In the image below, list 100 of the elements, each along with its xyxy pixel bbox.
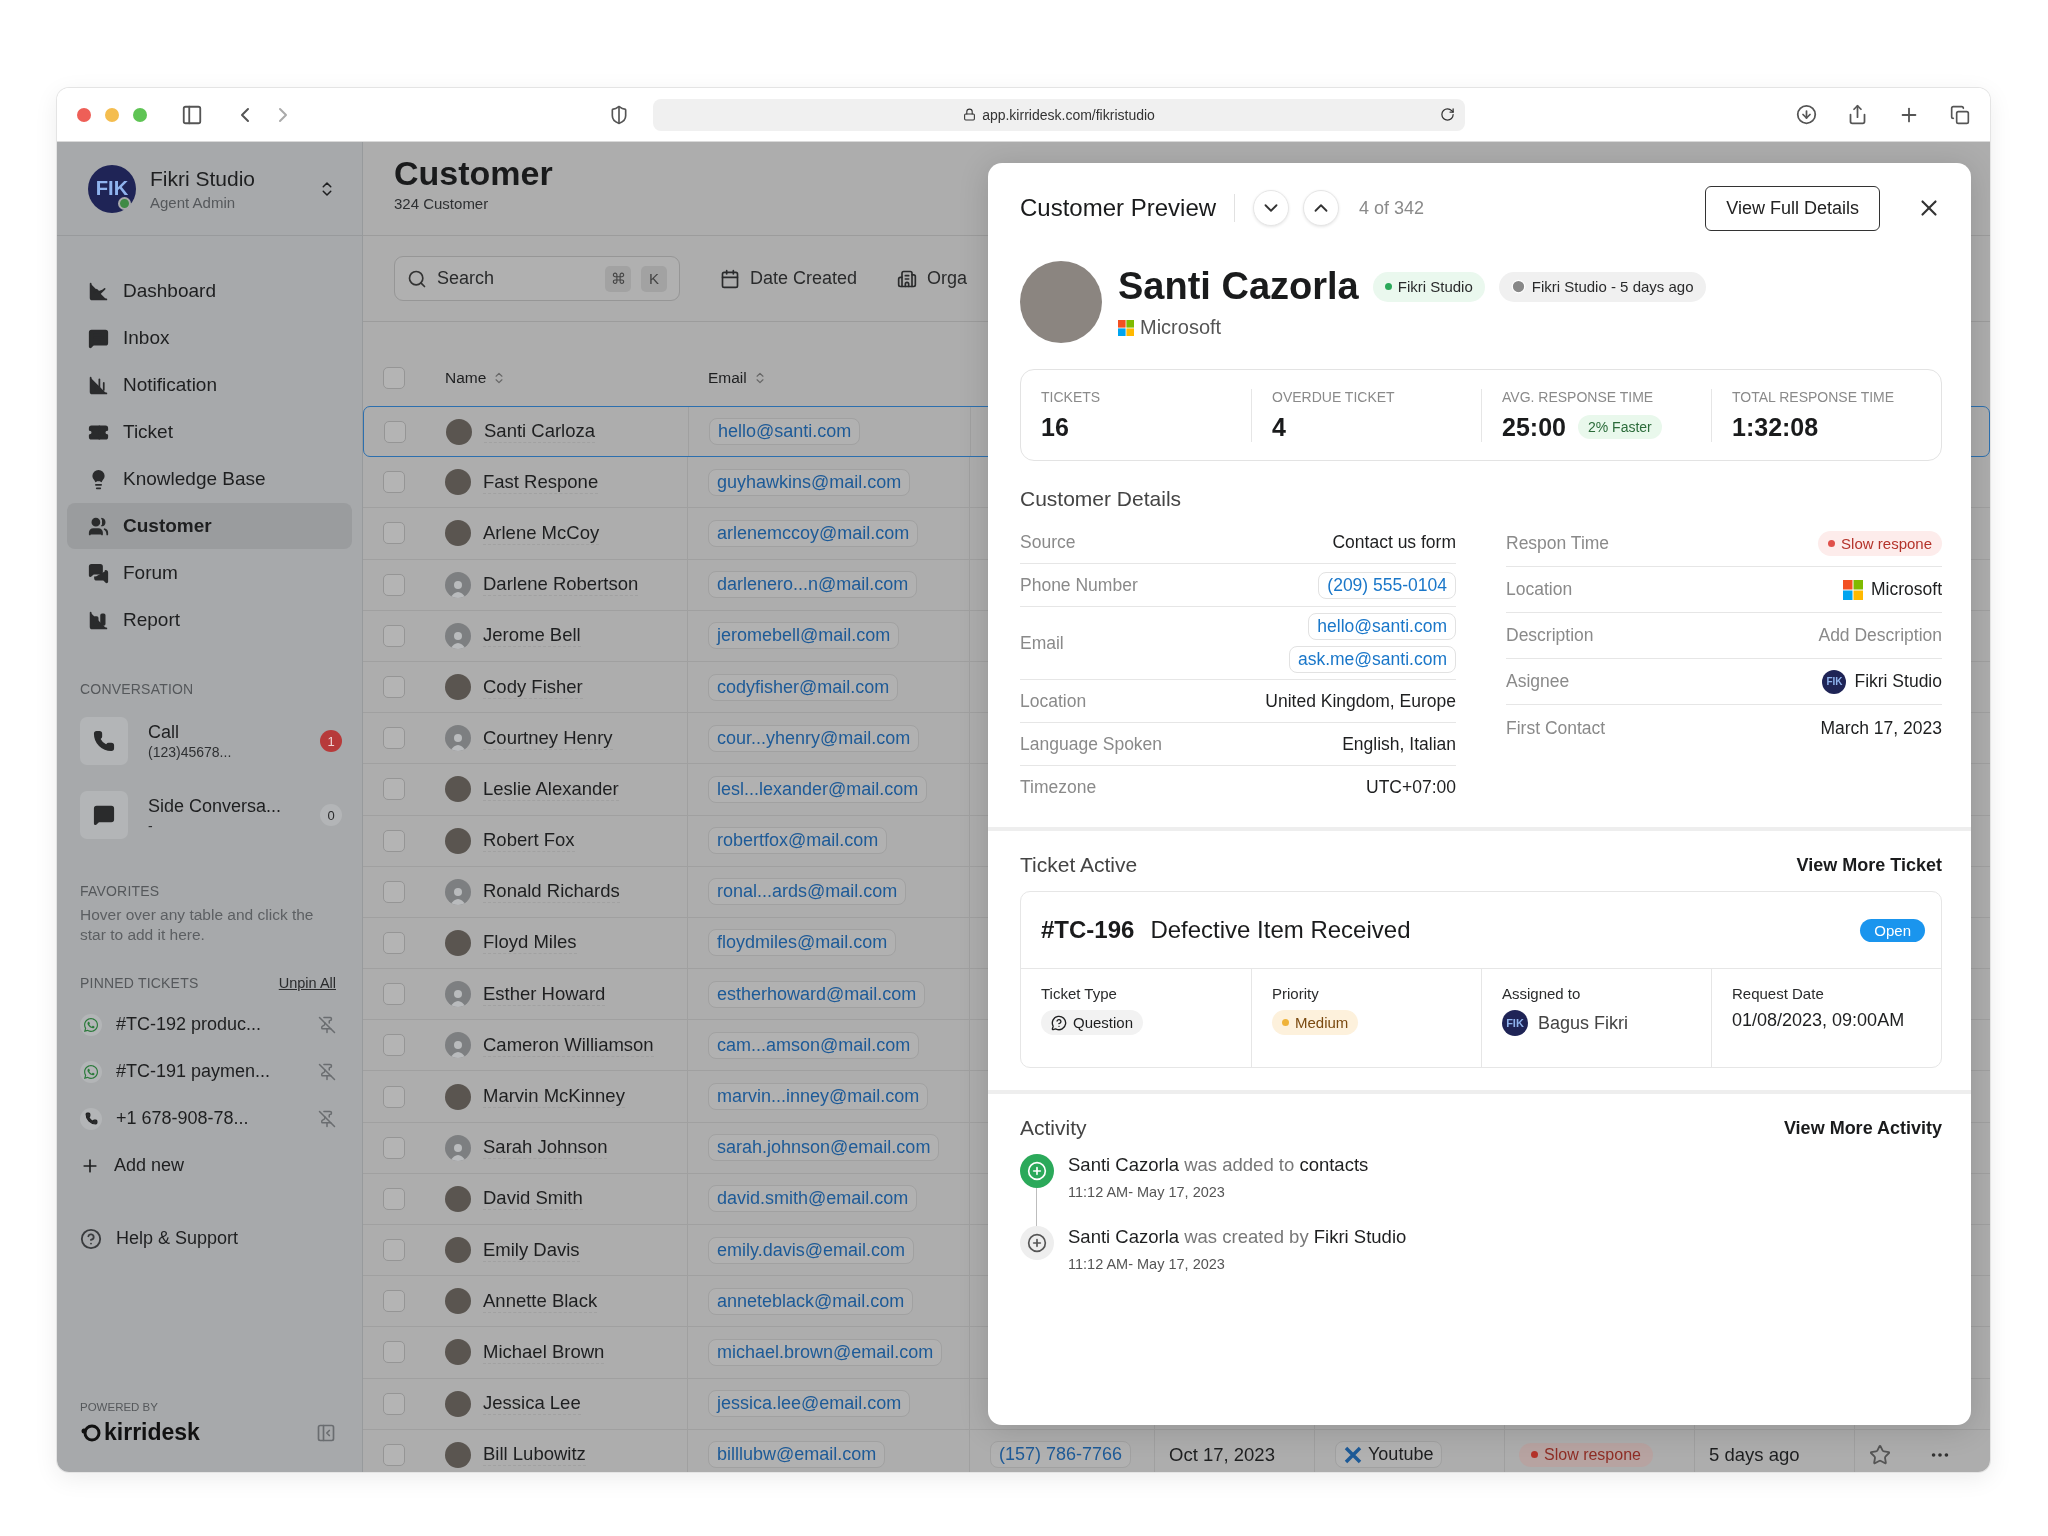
email-link[interactable]: lesl...lexander@mail.com: [708, 775, 928, 803]
email-link[interactable]: estherhoward@mail.com: [708, 980, 926, 1008]
pinned-ticket[interactable]: #TC-192 produc...: [116, 1014, 304, 1035]
download-icon[interactable]: [1796, 104, 1817, 125]
select-all-checkbox[interactable]: [383, 367, 405, 389]
pinned-ticket[interactable]: +1 678-908-78...: [116, 1108, 304, 1129]
ticket-card[interactable]: #TC-196 Defective Item Received Open Ticket Type Question Priority Medium Assigned to FIK Bagus Fikri Request Date 01/08/2023, 09:00AM: [1020, 891, 1942, 1068]
section-label: FAVORITES: [80, 883, 160, 899]
row-checkbox[interactable]: [383, 931, 405, 954]
email-link[interactable]: arlenemccoy@mail.com: [708, 519, 919, 547]
description-field[interactable]: Add Description: [1818, 625, 1942, 646]
pinned-ticket[interactable]: #TC-191 paymen...: [116, 1061, 304, 1082]
star-icon[interactable]: [1869, 1443, 1891, 1466]
collapse-icon[interactable]: [316, 1422, 336, 1443]
email-link[interactable]: codyfisher@mail.com: [708, 673, 899, 701]
row-checkbox[interactable]: [383, 829, 405, 852]
email-link[interactable]: robertfox@mail.com: [708, 827, 888, 855]
email-link[interactable]: floydmiles@mail.com: [708, 929, 897, 957]
close-window-button[interactable]: [77, 107, 91, 122]
row-checkbox[interactable]: [383, 1187, 405, 1210]
filter-button[interactable]: Date Created: [750, 268, 858, 289]
row-checkbox[interactable]: [383, 676, 405, 699]
detail-link[interactable]: (209) 555-0104: [1318, 571, 1456, 599]
detail-link[interactable]: hello@santi.com: [1308, 613, 1456, 640]
email-link[interactable]: david.smith@email.com: [708, 1185, 918, 1213]
detail-link[interactable]: ask.me@santi.com: [1288, 646, 1456, 673]
share-icon[interactable]: [1847, 104, 1868, 125]
unpin-icon[interactable]: [318, 1015, 336, 1034]
filter-button[interactable]: Orga: [927, 268, 968, 289]
nav-item[interactable]: Inbox: [67, 315, 352, 361]
row-checkbox[interactable]: [383, 727, 405, 750]
email-link[interactable]: hello@santi.com: [709, 418, 861, 446]
nav-item[interactable]: Customer: [67, 503, 352, 549]
email-link[interactable]: emily.davis@email.com: [708, 1236, 914, 1264]
nav-item[interactable]: Knowledge Base: [67, 456, 352, 502]
email-link[interactable]: michael.brown@email.com: [708, 1338, 943, 1366]
row-checkbox[interactable]: [383, 983, 405, 1006]
help-link[interactable]: Help & Support: [116, 1228, 239, 1249]
email-link[interactable]: guyhawkins@mail.com: [708, 468, 911, 496]
sidebar-icon[interactable]: [181, 103, 203, 126]
row-checkbox[interactable]: [383, 880, 405, 903]
conversation-title[interactable]: Side Conversa...: [148, 796, 300, 817]
add-new-link[interactable]: Add new: [114, 1155, 185, 1176]
customer-name: Floyd Miles: [483, 931, 577, 955]
next-button[interactable]: [1253, 190, 1290, 226]
nav-item[interactable]: Ticket: [67, 409, 352, 455]
previous-button[interactable]: [1303, 190, 1340, 226]
row-checkbox[interactable]: [383, 1085, 405, 1108]
unpin-all-link[interactable]: Unpin All: [278, 975, 336, 991]
unpin-icon[interactable]: [318, 1109, 336, 1128]
row-checkbox[interactable]: [383, 1341, 405, 1364]
column-header[interactable]: Email: [688, 369, 970, 387]
row-checkbox[interactable]: [383, 1290, 405, 1313]
view-more-activity-link[interactable]: View More Activity: [1783, 1117, 1942, 1139]
row-checkbox[interactable]: [383, 471, 405, 494]
minimize-window-button[interactable]: [105, 107, 119, 122]
tabs-icon[interactable]: [1950, 104, 1970, 125]
nav-item[interactable]: Dashboard: [67, 268, 352, 314]
email-link[interactable]: anneteblack@mail.com: [708, 1287, 914, 1315]
address-bar[interactable]: app.kirridesk.com/fikristudio: [653, 98, 1465, 131]
unpin-icon[interactable]: [318, 1062, 336, 1081]
view-full-details-button[interactable]: View Full Details: [1705, 185, 1880, 231]
email-link[interactable]: ronal...ards@mail.com: [708, 878, 907, 906]
email-link[interactable]: sarah.johnson@email.com: [708, 1134, 940, 1162]
email-link[interactable]: jeromebell@mail.com: [708, 622, 900, 650]
field-label: Priority: [1272, 985, 1320, 1002]
email-link[interactable]: cam...amson@mail.com: [708, 1031, 920, 1059]
row-checkbox[interactable]: [383, 1136, 405, 1159]
row-checkbox[interactable]: [383, 778, 405, 801]
email-link[interactable]: darlenero...n@mail.com: [708, 571, 918, 599]
email-link[interactable]: cour...yhenry@mail.com: [708, 724, 920, 752]
row-checkbox[interactable]: [383, 573, 405, 596]
row-checkbox[interactable]: [383, 624, 405, 647]
row-checkbox[interactable]: [383, 1443, 405, 1466]
row-checkbox[interactable]: [383, 1392, 405, 1415]
email-link[interactable]: marvin...inney@mail.com: [708, 1083, 929, 1111]
chat-icon[interactable]: [80, 791, 128, 839]
photo-placeholder: [445, 469, 471, 496]
phone-link[interactable]: (157) 786-7766: [990, 1441, 1132, 1469]
maximize-window-button[interactable]: [133, 107, 147, 122]
nav-item[interactable]: Forum: [67, 550, 352, 596]
email-link[interactable]: billlubw@email.com: [708, 1441, 886, 1469]
search-field[interactable]: Search ⌘ K: [394, 256, 680, 301]
shield-icon[interactable]: [609, 104, 629, 125]
agent-name: Bagus Fikri: [1538, 1012, 1629, 1034]
phone-icon[interactable]: [80, 717, 128, 765]
conversation-title[interactable]: Call: [148, 722, 300, 743]
table-row[interactable]: Bill Lubowitz billlubw@email.com (157) 786-7766 Oct 17, 2023 Youtube Slow respone 5 days ago: [363, 1429, 1990, 1472]
reload-icon[interactable]: [1440, 107, 1455, 122]
row-checkbox[interactable]: [384, 420, 406, 443]
customer-name: Marvin McKinney: [483, 1085, 625, 1109]
view-more-ticket-link[interactable]: View More Ticket: [1796, 854, 1942, 876]
row-checkbox[interactable]: [383, 522, 405, 545]
email-link[interactable]: jessica.lee@email.com: [708, 1390, 911, 1418]
nav-item[interactable]: Notification: [67, 362, 352, 408]
column-header[interactable]: Name: [425, 369, 688, 387]
row-checkbox[interactable]: [383, 1034, 405, 1057]
row-checkbox[interactable]: [383, 1239, 405, 1262]
nav-item[interactable]: Report: [67, 597, 352, 643]
detail-value: Fikri Studio: [1854, 671, 1942, 692]
